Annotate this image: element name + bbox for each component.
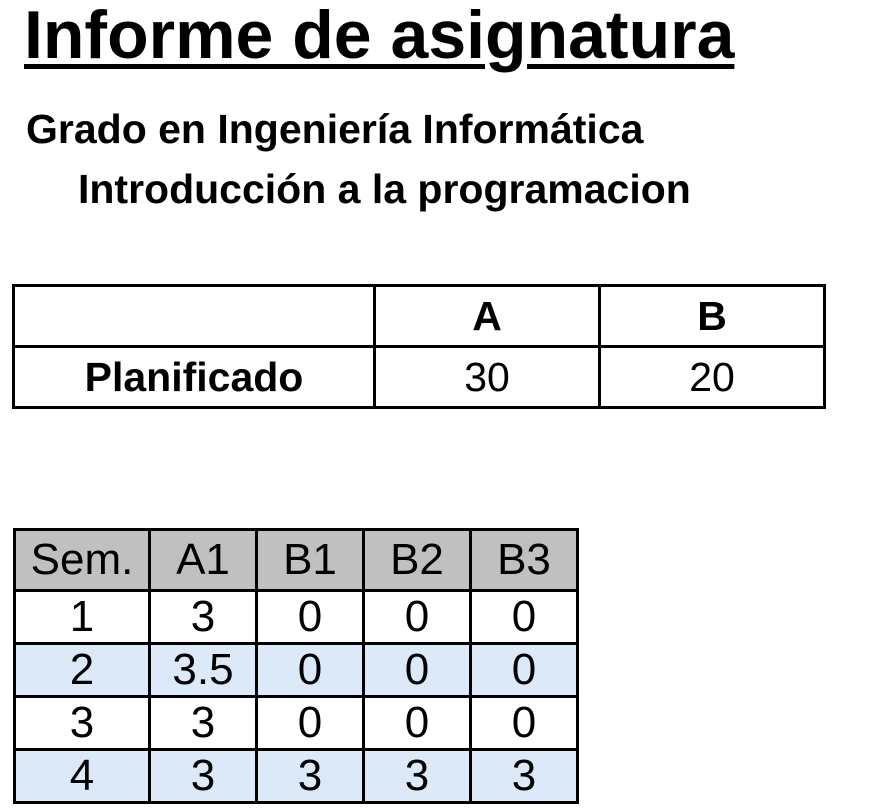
column-header-b3: B3 [469, 528, 579, 592]
planned-hours-table: A B Planificado 30 20 [12, 284, 826, 409]
column-header-sem: Sem. [13, 528, 151, 592]
cell-b1: 0 [255, 589, 365, 645]
plan-header-a: A [373, 284, 601, 348]
course-name: Introducción a la programacion [78, 166, 691, 212]
weekly-hours-table: Sem. A1 B1 B2 B3 1 3 0 0 0 2 3.5 0 0 0 3… [13, 528, 579, 804]
cell-sem: 2 [13, 642, 151, 698]
degree-name: Grado en Ingeniería Informática [26, 106, 644, 152]
plan-row-planificado: Planificado 30 20 [12, 345, 826, 409]
cell-b3: 0 [469, 642, 579, 698]
plan-header-row: A B [12, 284, 826, 348]
cell-a1: 3.5 [148, 642, 258, 698]
cell-b2: 0 [362, 589, 472, 645]
plan-value-a: 30 [373, 345, 601, 409]
cell-a1: 3 [148, 695, 258, 751]
cell-b2: 3 [362, 748, 472, 804]
cell-sem: 3 [13, 695, 151, 751]
plan-row-label: Planificado [12, 345, 376, 409]
column-header-a1: A1 [148, 528, 258, 592]
plan-value-b: 20 [598, 345, 826, 409]
cell-b1: 0 [255, 695, 365, 751]
column-header-b1: B1 [255, 528, 365, 592]
table-row: 2 3.5 0 0 0 [13, 642, 579, 698]
cell-sem: 1 [13, 589, 151, 645]
cell-a1: 3 [148, 748, 258, 804]
cell-b2: 0 [362, 695, 472, 751]
weekly-header-row: Sem. A1 B1 B2 B3 [13, 528, 579, 592]
cell-b1: 3 [255, 748, 365, 804]
cell-b3: 0 [469, 589, 579, 645]
report-title: Informe de asignatura [24, 0, 735, 73]
cell-b1: 0 [255, 642, 365, 698]
cell-a1: 3 [148, 589, 258, 645]
column-header-b2: B2 [362, 528, 472, 592]
cell-sem: 4 [13, 748, 151, 804]
plan-header-empty [12, 284, 376, 348]
cell-b2: 0 [362, 642, 472, 698]
cell-b3: 3 [469, 748, 579, 804]
table-row: 3 3 0 0 0 [13, 695, 579, 751]
table-row: 1 3 0 0 0 [13, 589, 579, 645]
cell-b3: 0 [469, 695, 579, 751]
plan-header-b: B [598, 284, 826, 348]
table-row: 4 3 3 3 3 [13, 748, 579, 804]
